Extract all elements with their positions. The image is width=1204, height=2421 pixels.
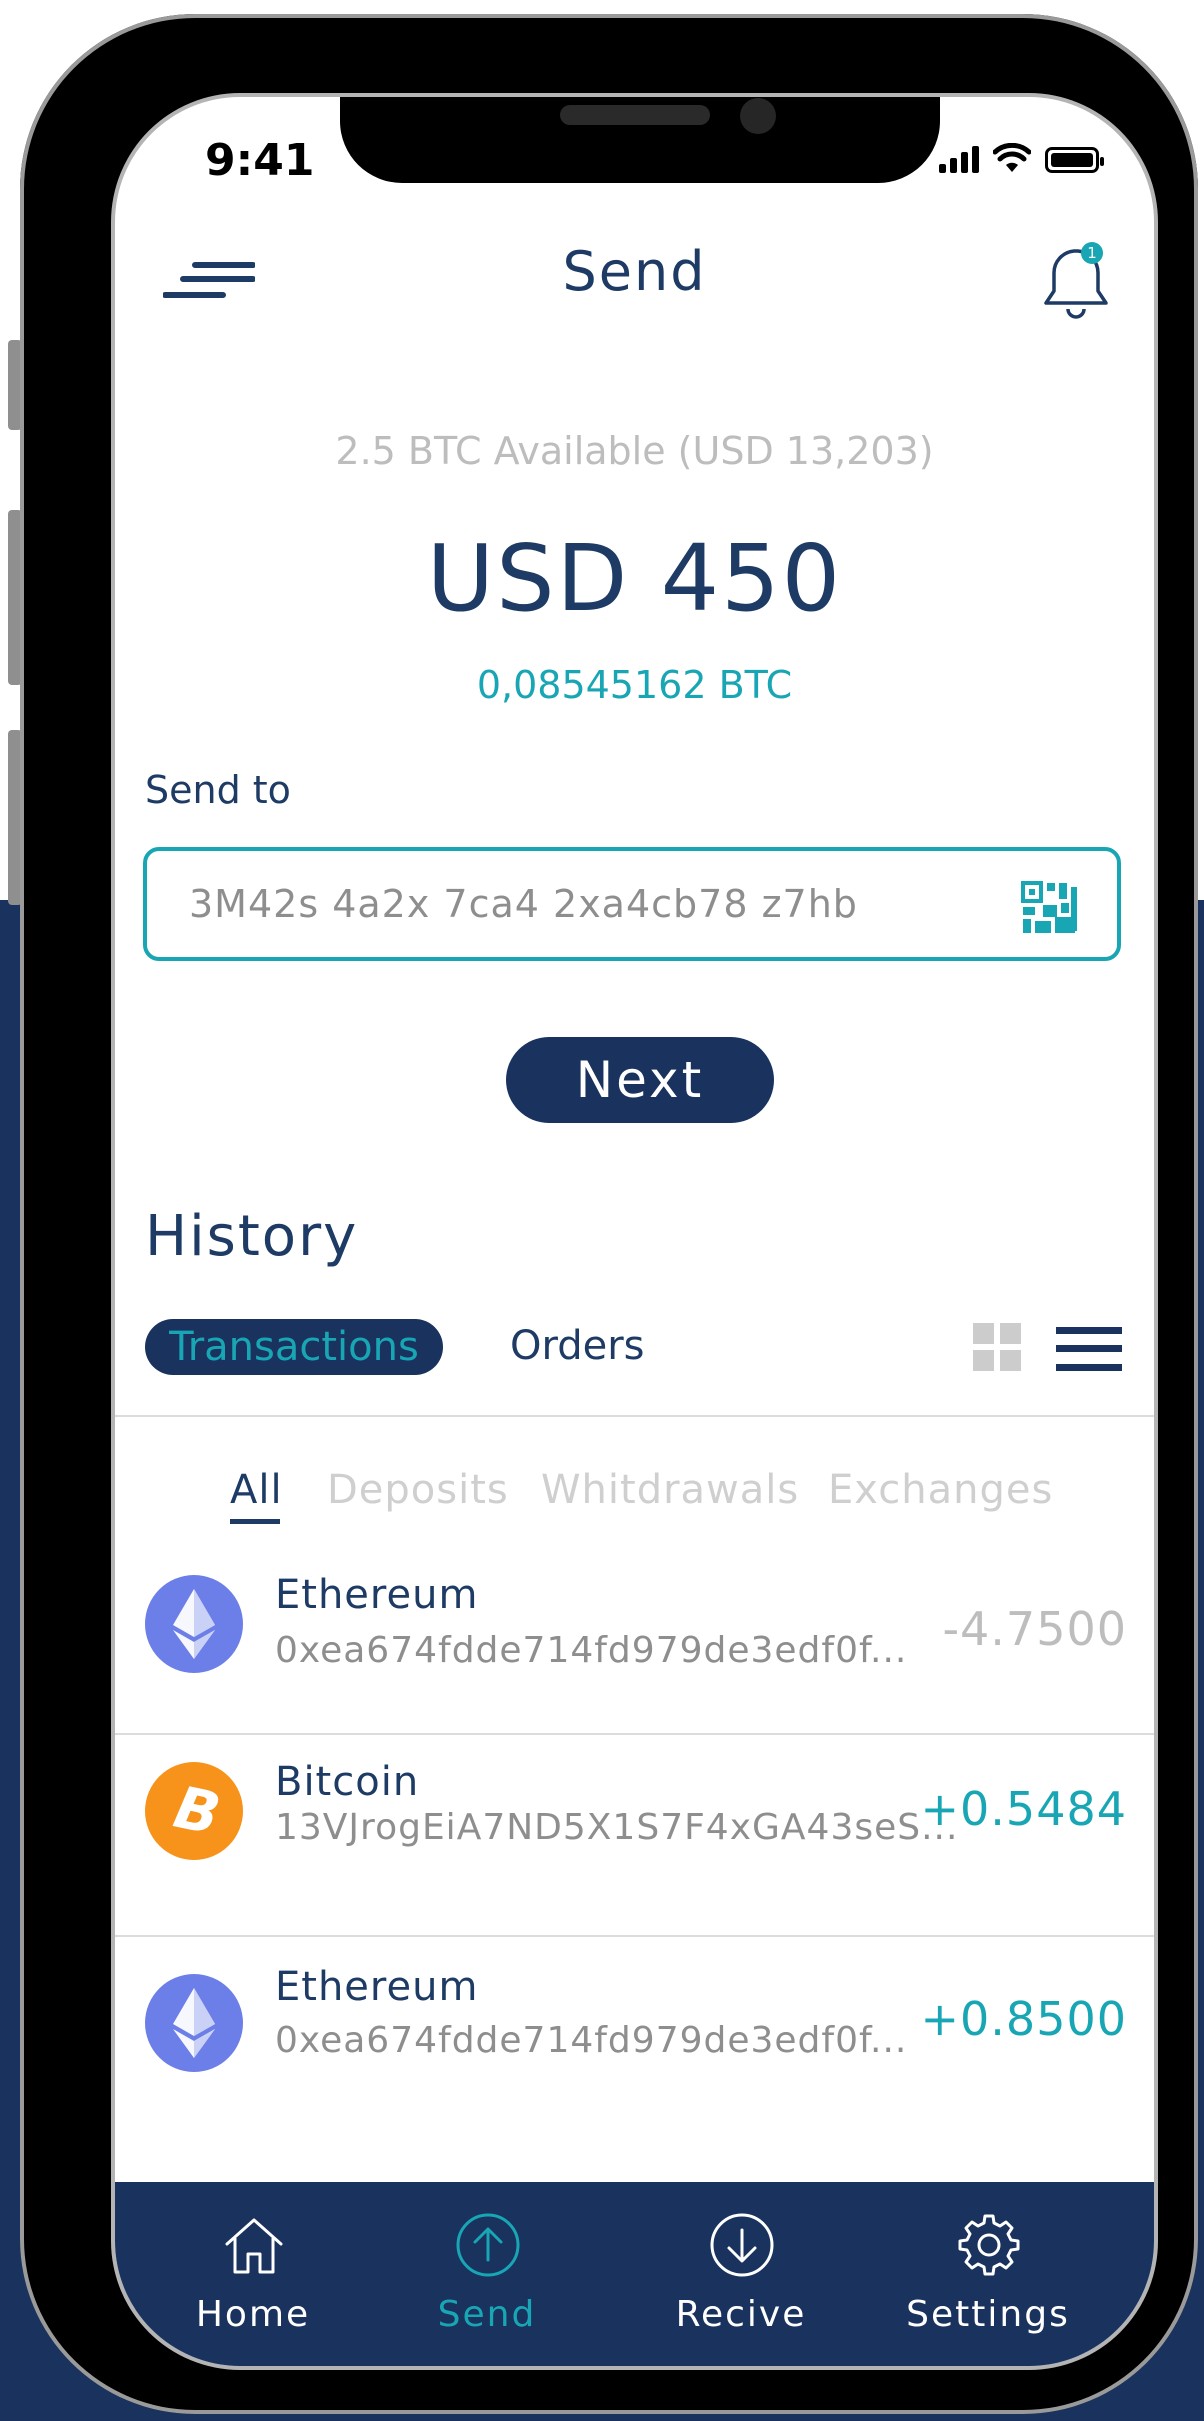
transaction-amount: +0.8500 (920, 1992, 1127, 2046)
bottom-tab-bar: Home Send Recive Settings (115, 2182, 1154, 2366)
transaction-address: 0xea674fdde714fd979de3edf0f... (275, 2020, 908, 2061)
send-icon (456, 2213, 520, 2277)
btc-equivalent: 0,08545162 BTC (476, 663, 793, 707)
transaction-row[interactable]: B Bitcoin 13VJrogEiA7ND5X1S7F4xGA43seS..… (115, 1757, 1154, 1947)
phone-frame: 9:41 Send 1 2.5 BTC Available (USD 13,20… (20, 14, 1198, 2414)
transaction-row[interactable]: Ethereum 0xea674fdde714fd979de3edf0f... … (115, 1964, 1154, 2164)
tab-home[interactable]: Home (143, 2182, 363, 2366)
tab-transactions[interactable]: Transactions (145, 1319, 443, 1375)
transaction-address: 13VJrogEiA7ND5X1S7F4xGA43seS... (275, 1807, 959, 1848)
filter-active-indicator (230, 1519, 280, 1524)
svg-text:1: 1 (1087, 244, 1097, 262)
status-time: 9:41 (205, 135, 315, 186)
notch (340, 97, 940, 183)
divider (115, 1733, 1154, 1735)
filter-all[interactable]: All (230, 1467, 283, 1513)
front-camera (740, 98, 776, 134)
transaction-amount: +0.5484 (920, 1782, 1127, 1836)
bell-icon[interactable]: 1 (1042, 239, 1114, 321)
home-icon (225, 2218, 283, 2274)
qr-code-icon[interactable] (1021, 881, 1079, 935)
address-value[interactable]: 3M42s 4a2x 7ca4 2xa4cb78 z7hb (189, 882, 858, 926)
tab-send[interactable]: Send (377, 2182, 597, 2366)
tab-label: Settings (906, 2294, 1070, 2335)
next-button[interactable]: Next (506, 1037, 774, 1123)
cellular-signal-icon (939, 145, 979, 173)
tab-label: Recive (675, 2294, 807, 2335)
page-title: Send (562, 240, 707, 303)
list-view-icon[interactable] (1056, 1327, 1122, 1371)
transaction-coin: Ethereum (275, 1572, 479, 1618)
battery-icon (1045, 147, 1104, 173)
wifi-icon (993, 143, 1031, 172)
grid-view-icon[interactable] (973, 1323, 1021, 1371)
tab-label: Home (195, 2294, 311, 2335)
tab-receive[interactable]: Recive (631, 2182, 851, 2366)
divider (115, 1415, 1154, 1417)
tab-settings[interactable]: Settings (878, 2182, 1098, 2366)
tab-label: Send (437, 2294, 537, 2335)
address-field[interactable]: 3M42s 4a2x 7ca4 2xa4cb78 z7hb (143, 847, 1121, 961)
transaction-amount: -4.7500 (942, 1602, 1127, 1656)
phone-screen: 9:41 Send 1 2.5 BTC Available (USD 13,20… (115, 97, 1154, 2366)
transaction-address: 0xea674fdde714fd979de3edf0f... (275, 1630, 908, 1671)
bitcoin-icon: B (145, 1762, 243, 1860)
available-balance: 2.5 BTC Available (USD 13,203) (335, 429, 934, 473)
send-to-label: Send to (145, 768, 291, 812)
status-icons (939, 143, 1104, 173)
tab-orders[interactable]: Orders (510, 1323, 645, 1369)
send-amount[interactable]: USD 450 (115, 525, 1154, 632)
receive-icon (710, 2213, 774, 2277)
history-title: History (145, 1204, 359, 1269)
speaker (560, 105, 710, 125)
ethereum-icon (145, 1974, 243, 2072)
divider (115, 1935, 1154, 1937)
settings-icon (958, 2214, 1020, 2276)
filter-deposits[interactable]: Deposits (327, 1467, 509, 1513)
transaction-coin: Bitcoin (275, 1759, 420, 1805)
filter-withdrawals[interactable]: Whitdrawals (541, 1467, 799, 1513)
ethereum-icon (145, 1575, 243, 1673)
filter-exchanges[interactable]: Exchanges (828, 1467, 1053, 1513)
transaction-coin: Ethereum (275, 1964, 479, 2010)
